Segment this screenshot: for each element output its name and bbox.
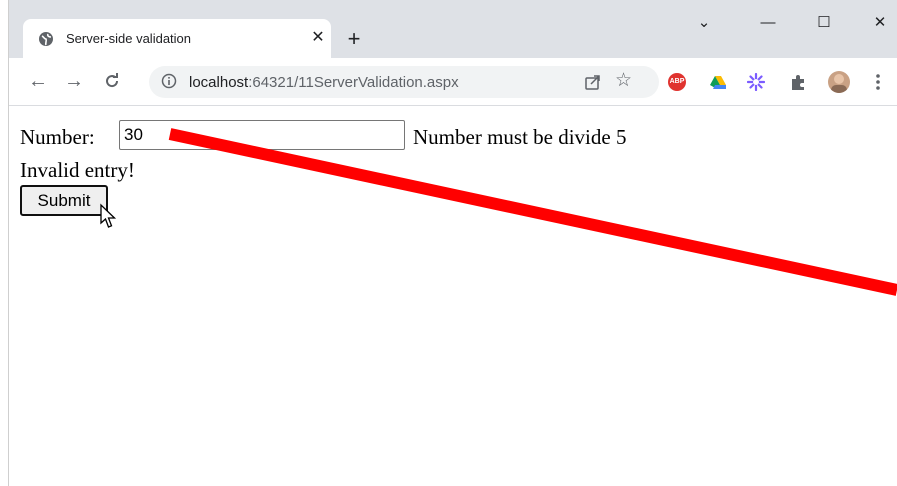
tab-title: Server-side validation	[66, 31, 192, 46]
globe-icon	[39, 32, 53, 46]
abp-icon[interactable]: ABP	[668, 73, 686, 91]
title-bar: Server-side validation ✕ + ⌄ — ☐ ✕	[9, 0, 897, 58]
url-text[interactable]: localhost:64321/11ServerValidation.aspx	[189, 74, 459, 91]
browser-toolbar: ← → localhost:64321/11ServerValidation.a…	[9, 58, 897, 106]
google-drive-icon[interactable]	[709, 73, 727, 91]
active-tab[interactable]: Server-side validation ✕	[23, 19, 331, 58]
new-tab-button[interactable]: +	[341, 26, 367, 52]
profile-avatar[interactable]	[828, 71, 850, 93]
minimize-button[interactable]: —	[745, 8, 791, 38]
address-bar[interactable]: localhost:64321/11ServerValidation.aspx …	[149, 66, 659, 98]
reload-icon[interactable]	[97, 66, 127, 96]
browser-window: Server-side validation ✕ + ⌄ — ☐ ✕ ← → l…	[8, 0, 897, 486]
number-label: Number:	[20, 125, 95, 149]
submit-button[interactable]: Submit	[20, 185, 108, 216]
desktop-edge	[0, 0, 8, 486]
site-info-icon[interactable]	[161, 73, 177, 89]
validator-message: Number must be divide 5	[413, 125, 627, 149]
forward-arrow-icon[interactable]: →	[59, 66, 89, 96]
error-message: Invalid entry!	[20, 158, 135, 182]
back-arrow-icon[interactable]: ←	[23, 66, 53, 96]
close-window-button[interactable]: ✕	[857, 8, 897, 38]
maximize-button[interactable]: ☐	[801, 8, 847, 38]
url-host: localhost	[189, 74, 249, 91]
page-content: Number: 30 Number must be divide 5 Inval…	[9, 106, 897, 486]
bookmark-star-icon[interactable]: ☆	[615, 69, 632, 92]
puzzle-extensions-icon[interactable]	[789, 73, 807, 91]
url-path: :64321/11ServerValidation.aspx	[248, 74, 459, 91]
tab-close-icon[interactable]: ✕	[308, 28, 328, 48]
share-icon[interactable]	[583, 72, 603, 92]
sparkle-extension-icon[interactable]	[747, 73, 765, 91]
more-menu-icon[interactable]	[875, 73, 881, 91]
tab-search-chevron-icon[interactable]: ⌄	[681, 8, 727, 38]
mouse-cursor-icon	[100, 203, 117, 228]
number-input[interactable]: 30	[119, 120, 405, 150]
